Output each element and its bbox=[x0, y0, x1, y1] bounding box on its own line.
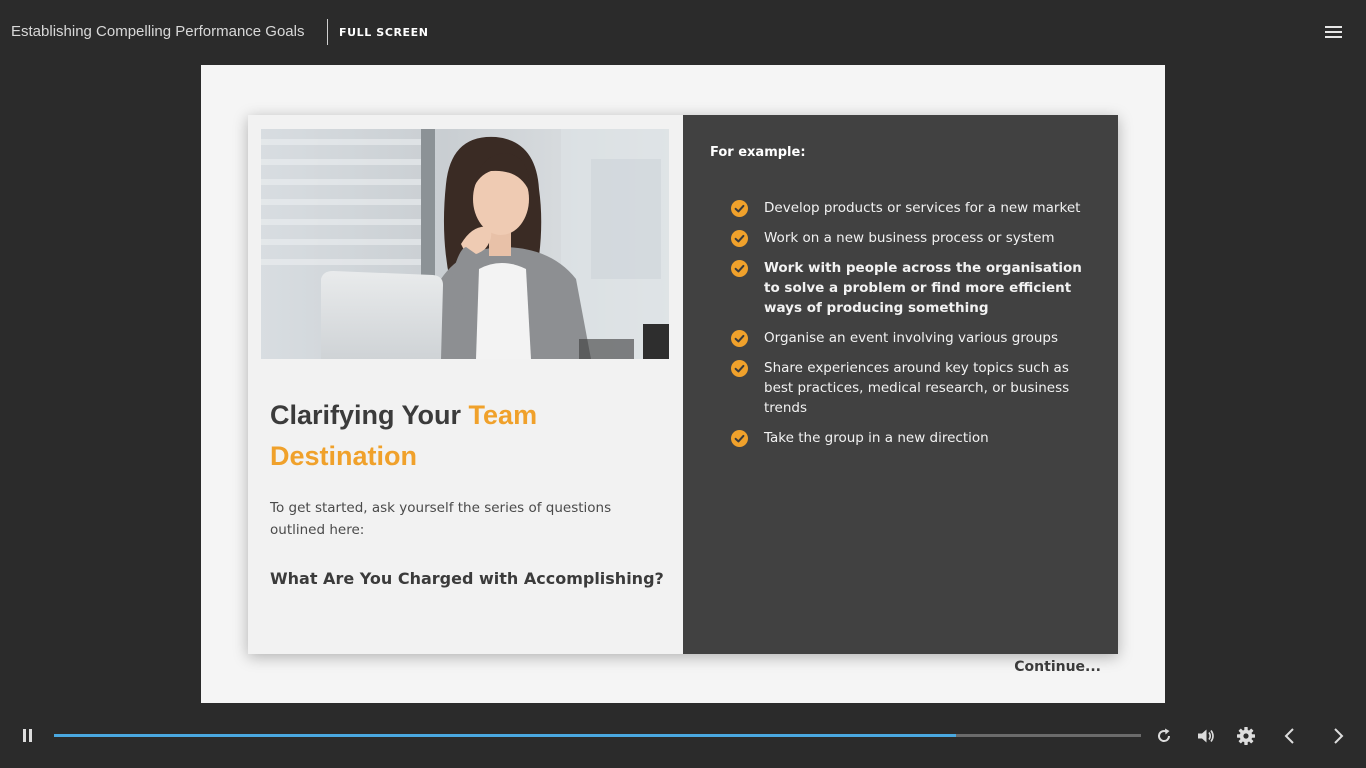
check-circle-icon bbox=[731, 360, 748, 377]
settings-icon[interactable] bbox=[1236, 726, 1256, 746]
hamburger-menu-icon[interactable] bbox=[1324, 25, 1344, 39]
example-label: For example: bbox=[710, 145, 806, 160]
full-screen-button[interactable]: FULL SCREEN bbox=[339, 24, 429, 42]
list-item-text: Organise an event involving various grou… bbox=[764, 330, 1058, 346]
list-item-text: Work with people across the organisation… bbox=[764, 260, 1082, 316]
volume-icon[interactable] bbox=[1196, 726, 1216, 746]
slide-subheading: What Are You Charged with Accomplishing? bbox=[270, 569, 664, 588]
slide-right-panel: For example: Develop products or service… bbox=[683, 115, 1118, 654]
list-item: Share experiences around key topics such… bbox=[731, 358, 1091, 418]
check-circle-icon bbox=[731, 230, 748, 247]
check-circle-icon bbox=[731, 260, 748, 277]
top-bar: Establishing Compelling Performance Goal… bbox=[0, 0, 1366, 64]
check-circle-icon bbox=[731, 330, 748, 347]
slide-card: Clarifying Your Team Destination To get … bbox=[248, 115, 1118, 654]
continue-link[interactable]: Continue... bbox=[1001, 657, 1101, 677]
pause-icon[interactable] bbox=[21, 728, 35, 744]
list-item-text: Share experiences around key topics such… bbox=[764, 360, 1070, 416]
slide-intro-text: To get started, ask yourself the series … bbox=[270, 500, 612, 538]
course-title: Establishing Compelling Performance Goal… bbox=[11, 23, 305, 40]
title-divider bbox=[327, 19, 328, 45]
list-item-text: Take the group in a new direction bbox=[764, 430, 989, 446]
list-item: Take the group in a new direction bbox=[731, 428, 1091, 448]
slide-heading: Clarifying Your Team Destination bbox=[270, 395, 670, 477]
check-circle-icon bbox=[731, 430, 748, 447]
slide-stage: Clarifying Your Team Destination To get … bbox=[201, 65, 1165, 703]
woman-at-laptop-photo bbox=[261, 129, 669, 359]
list-item: Develop products or services for a new m… bbox=[731, 198, 1091, 218]
progress-bar[interactable] bbox=[54, 734, 1141, 737]
next-icon[interactable] bbox=[1328, 726, 1348, 746]
list-item: Work on a new business process or system bbox=[731, 228, 1091, 248]
list-item: Work with people across the organisation… bbox=[731, 258, 1091, 318]
previous-icon[interactable] bbox=[1280, 726, 1300, 746]
list-item-text: Work on a new business process or system bbox=[764, 230, 1055, 246]
slide-heading-main: Clarifying Your bbox=[270, 400, 469, 430]
list-item-text: Develop products or services for a new m… bbox=[764, 200, 1081, 216]
replay-icon[interactable] bbox=[1154, 726, 1174, 746]
example-list: Develop products or services for a new m… bbox=[731, 198, 1091, 458]
slide-left-panel: Clarifying Your Team Destination To get … bbox=[248, 115, 683, 654]
check-circle-icon bbox=[731, 200, 748, 217]
progress-bar-fill bbox=[54, 734, 957, 737]
list-item: Organise an event involving various grou… bbox=[731, 328, 1091, 348]
